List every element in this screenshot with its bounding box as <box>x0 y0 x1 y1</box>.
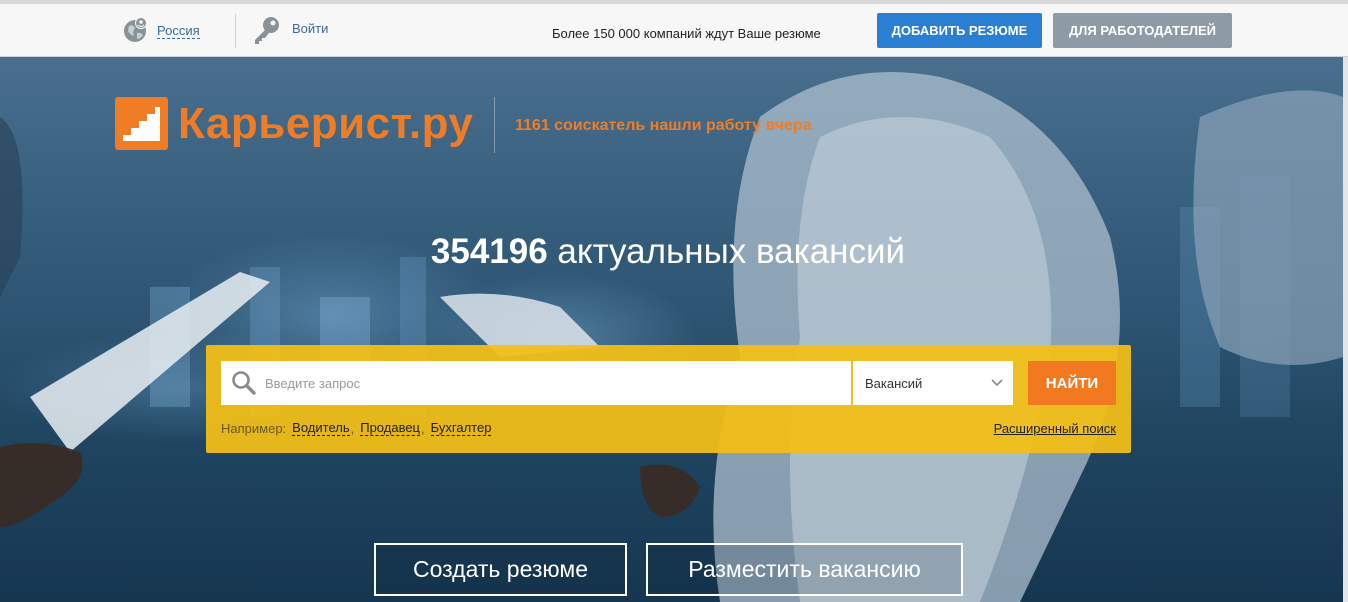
magnifier-icon <box>232 371 256 395</box>
create-resume-button[interactable]: Создать резюме <box>374 543 627 596</box>
category-selected-value: Вакансий <box>865 375 923 391</box>
key-icon <box>255 17 279 44</box>
login-label[interactable]: Войти <box>292 21 328 36</box>
globe-pin-icon <box>124 17 147 42</box>
chevron-down-icon <box>991 379 1003 387</box>
site-logo[interactable]: Карьерист.ру <box>115 97 473 150</box>
hero-section: Карьерист.ру 1161 соискатель нашли работ… <box>0 57 1343 602</box>
login-link[interactable]: Войти <box>252 14 328 46</box>
region-link[interactable]: Россия <box>157 23 200 39</box>
stairs-logo-icon <box>115 97 168 150</box>
region-selector[interactable]: Россия <box>121 14 200 46</box>
employers-button[interactable]: ДЛЯ РАБОТОДАТЕЛЕЙ <box>1053 13 1232 48</box>
example-link[interactable]: Бухгалтер <box>430 421 492 436</box>
category-select[interactable]: Вакансий <box>853 361 1013 405</box>
logo-divider <box>494 97 495 153</box>
search-examples: Например: Водитель, Продавец, Бухгалтер <box>221 420 492 436</box>
vacancy-count: 354196 <box>430 232 548 271</box>
example-link[interactable]: Продавец <box>360 421 421 436</box>
divider <box>235 14 236 48</box>
search-panel: Вакансий НАЙТИ Например: Водитель, Прода… <box>206 345 1131 453</box>
scrollbar[interactable] <box>1343 57 1348 602</box>
promo-text: Более 150 000 компаний ждут Ваше резюме <box>552 26 821 41</box>
post-vacancy-button[interactable]: Разместить вакансию <box>646 543 963 596</box>
vacancy-headline: 354196 актуальных вакансий <box>0 232 1336 272</box>
top-bar: Россия Войти Более 150 000 компаний ждут… <box>0 0 1348 57</box>
logo-text: Карьерист.ру <box>178 98 474 148</box>
search-input[interactable] <box>265 363 835 403</box>
search-field[interactable] <box>221 361 851 405</box>
tagline: 1161 соискатель нашли работу вчера <box>515 117 812 134</box>
find-button[interactable]: НАЙТИ <box>1028 361 1116 405</box>
examples-label: Например: <box>221 421 287 436</box>
add-resume-button[interactable]: ДОБАВИТЬ РЕЗЮМЕ <box>877 13 1042 48</box>
advanced-search-link[interactable]: Расширенный поиск <box>994 421 1116 436</box>
vacancy-suffix: актуальных вакансий <box>547 232 906 271</box>
example-link[interactable]: Водитель <box>292 421 350 436</box>
